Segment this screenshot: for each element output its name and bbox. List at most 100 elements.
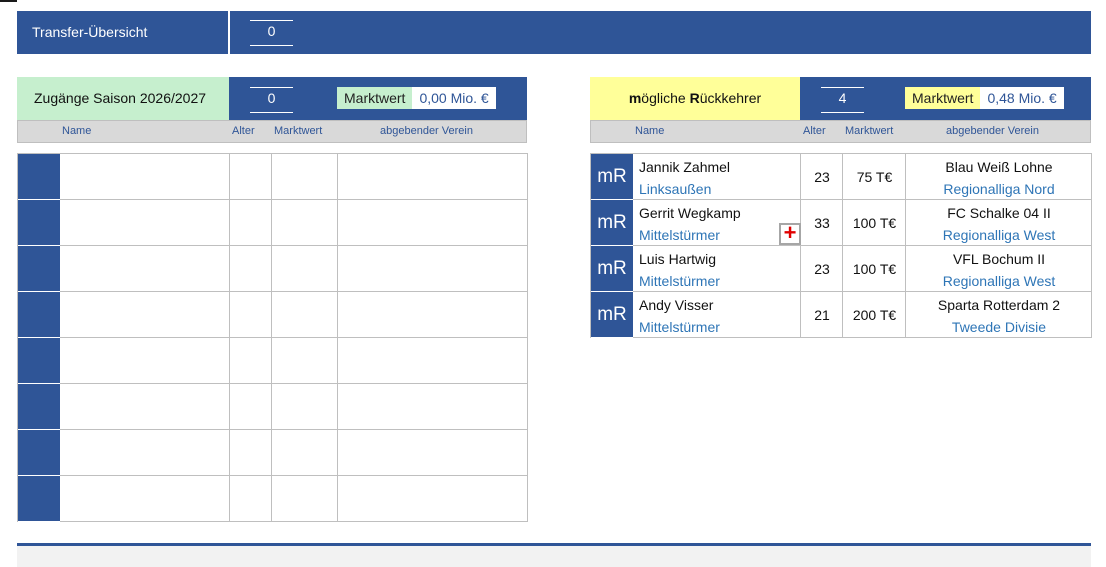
previous-club: Sparta Rotterdam 2 [937,297,1061,313]
empty-cell[interactable] [272,430,338,476]
returners-header: 4 Marktwert 0,48 Mio. € [800,77,1091,120]
player-age: 33 [814,215,830,231]
empty-cell[interactable] [230,200,272,246]
row-tag: mR [591,246,633,292]
empty-cell[interactable] [272,384,338,430]
empty-cell[interactable] [272,246,338,292]
arrivals-title: Zugänge Saison 2026/2027 [17,77,229,120]
empty-cell[interactable] [60,292,230,338]
col-name: Name [635,125,665,137]
overview-separator [228,11,230,54]
empty-cell[interactable] [338,200,528,246]
previous-league: Regionalliga West [942,227,1056,243]
returners-market-value: Marktwert 0,48 Mio. € [905,87,1064,109]
overview-title: Transfer-Übersicht [32,24,148,40]
player-name: Luis Hartwig [639,251,717,267]
empty-cell[interactable] [60,200,230,246]
corner-marker [0,0,17,2]
returners-count: 4 [821,87,864,113]
player-position: Mittelstürmer [639,319,720,335]
empty-cell[interactable] [230,476,272,522]
empty-cell[interactable] [60,338,230,384]
player-age: 23 [814,169,830,185]
returners-column-header: Name Alter Marktwert abgebender Verein [590,120,1091,143]
row-tag: mR [591,200,633,246]
empty-cell[interactable] [338,476,528,522]
returners-table: mR Jannik Zahmel Linksaußen 23 75 T€ Blau Wei… [590,153,1092,338]
empty-cell[interactable] [272,292,338,338]
player-position: Mittelstürmer [639,227,720,243]
overview-count: 0 [250,20,293,46]
title-r: R [689,90,700,106]
previous-league: Regionalliga West [942,273,1056,289]
player-market-value: 100 T€ [852,215,897,231]
arrivals-market-value: Marktwert 0,00 Mio. € [337,87,496,109]
empty-cell[interactable] [338,154,528,200]
previous-league: Tweede Divisie [951,319,1047,335]
empty-cell[interactable] [230,430,272,476]
row-stripe [18,200,60,246]
player-market-value: 200 T€ [852,307,897,323]
player-market-value: 100 T€ [852,261,897,277]
row-stripe [18,292,60,338]
empty-cell[interactable] [338,246,528,292]
row-tag: mR [591,292,633,338]
empty-cell[interactable] [230,154,272,200]
col-age: Alter [803,125,826,137]
player-name: Andy Visser [639,297,714,313]
empty-cell[interactable] [230,384,272,430]
empty-cell[interactable] [60,384,230,430]
player-age: 23 [814,261,830,277]
empty-cell[interactable] [60,476,230,522]
arrivals-column-header: Name Alter Marktwert abgebender Verein [17,120,527,143]
col-value: Marktwert [274,125,323,137]
player-position: Linksaußen [639,181,712,197]
col-club: abgebender Verein [380,125,473,137]
footer-bar [17,543,1091,567]
empty-cell[interactable] [338,338,528,384]
col-club: abgebender Verein [946,125,1039,137]
col-name: Name [62,125,92,137]
player-name: Gerrit Wegkamp [639,205,741,221]
empty-cell[interactable] [60,246,230,292]
empty-cell[interactable] [272,200,338,246]
add-icon[interactable]: + [779,222,801,245]
title-rest1: ögliche [641,90,690,106]
player-age: 21 [814,307,830,323]
empty-cell[interactable] [272,338,338,384]
empty-cell[interactable] [230,246,272,292]
title-m: m [628,90,642,106]
empty-cell[interactable] [338,430,528,476]
empty-cell[interactable] [60,154,230,200]
row-stripe [18,246,60,292]
row-stripe [18,476,60,522]
returners-market-label: Marktwert [905,87,981,109]
previous-club: Blau Weiß Lohne [945,159,1053,175]
arrivals-table [17,153,528,522]
player-name: Jannik Zahmel [639,159,731,175]
row-tag: mR [591,154,633,200]
previous-club: VFL Bochum II [952,251,1046,267]
empty-cell[interactable] [338,292,528,338]
row-stripe [18,154,60,200]
player-position: Mittelstürmer [639,273,720,289]
previous-league: Regionalliga Nord [943,181,1055,197]
empty-cell[interactable] [272,476,338,522]
arrivals-count: 0 [250,87,293,113]
empty-cell[interactable] [338,384,528,430]
arrivals-header: 0 Marktwert 0,00 Mio. € [229,77,527,120]
empty-cell[interactable] [272,154,338,200]
empty-cell[interactable] [230,292,272,338]
col-value: Marktwert [845,125,894,137]
arrivals-market-label: Marktwert [337,87,413,109]
overview-bar: Transfer-Übersicht 0 [17,11,1091,54]
row-stripe [18,338,60,384]
player-market-value: 75 T€ [856,169,893,185]
empty-cell[interactable] [230,338,272,384]
returners-market-amount: 0,48 Mio. € [980,87,1064,109]
previous-club: FC Schalke 04 II [947,205,1051,221]
col-age: Alter [232,125,255,137]
empty-cell[interactable] [60,430,230,476]
returners-title: mögliche Rückkehrer [590,77,800,120]
row-stripe [18,430,60,476]
